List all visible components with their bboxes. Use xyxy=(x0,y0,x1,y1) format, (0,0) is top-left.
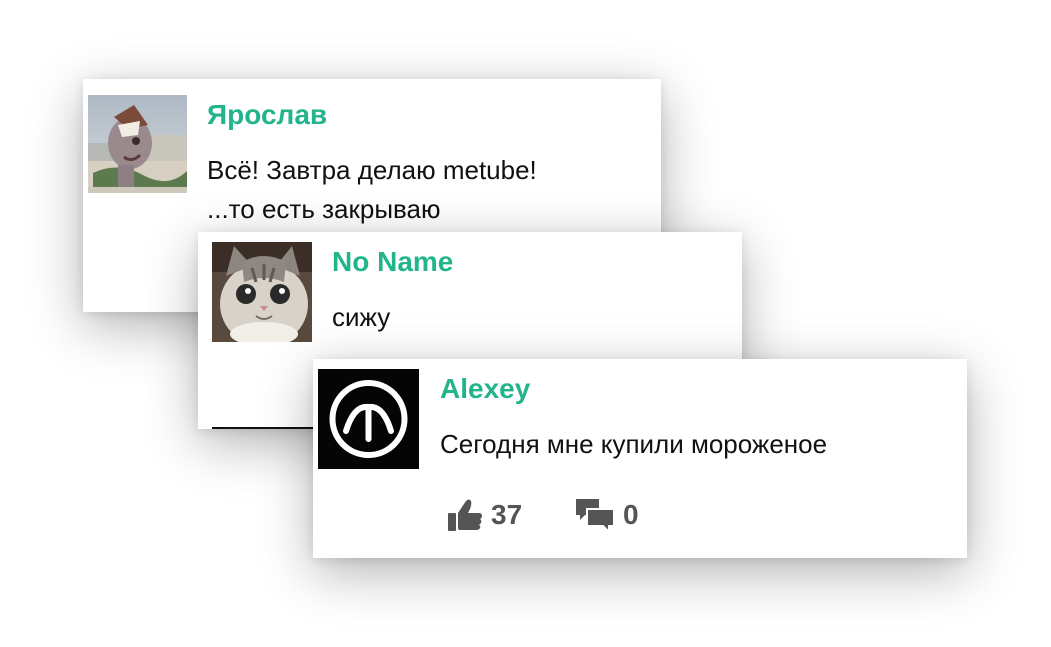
comment-author[interactable]: Alexey xyxy=(440,372,530,406)
avatar[interactable] xyxy=(318,369,419,469)
like-count: 37 xyxy=(491,499,523,530)
comment-text: Всё! Завтра делаю metube! ...то есть зак… xyxy=(207,155,537,224)
comment-text: сижу xyxy=(332,302,391,332)
thumbs-up-icon xyxy=(448,499,482,531)
comments-icon xyxy=(576,499,615,533)
reply-count: 0 xyxy=(623,499,639,530)
comment-card: Alexey Сегодня мне купили мороженое 37 0 xyxy=(313,359,967,558)
avatar[interactable] xyxy=(88,95,187,193)
divider xyxy=(212,427,313,429)
comment-text: Сегодня мне купили мороженое xyxy=(440,429,828,459)
avatar[interactable] xyxy=(212,242,312,342)
like-button[interactable]: 37 xyxy=(447,495,522,535)
comment-author[interactable]: Ярослав xyxy=(207,98,327,132)
reply-button[interactable]: 0 xyxy=(575,495,639,535)
comment-author[interactable]: No Name xyxy=(332,245,453,279)
